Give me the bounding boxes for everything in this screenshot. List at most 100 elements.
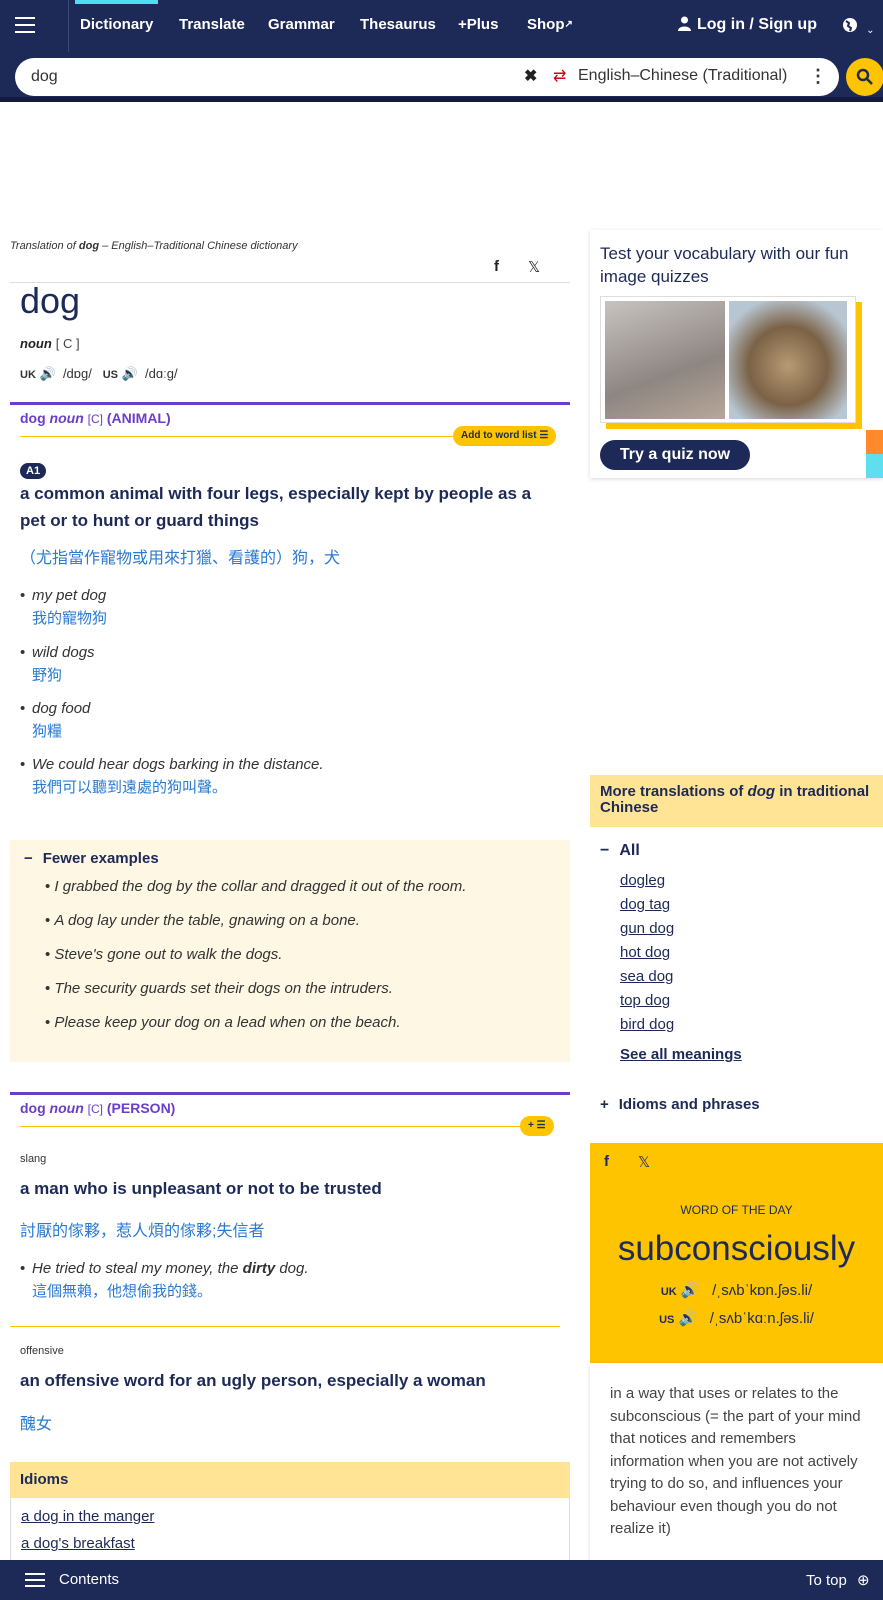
definition: an offensive word for an ugly person, es… — [20, 1371, 486, 1390]
quiz-title: Test your vocabulary with our fun image … — [600, 244, 849, 286]
definition: a man who is unpleasant or not to be tru… — [20, 1179, 382, 1198]
more-translations-heading: More translations of dog in traditional … — [590, 775, 883, 827]
nav-shop[interactable]: Shop↗ — [527, 0, 573, 52]
wotd-definition: in a way that uses or relates to the sub… — [590, 1363, 883, 1573]
wotd-word[interactable]: subconsciously — [590, 1229, 883, 1269]
sense-header-animal: dog noun [C] (ANIMAL) — [20, 410, 171, 426]
fewer-examples-toggle[interactable]: − Fewer examples — [24, 850, 159, 867]
idiom-link[interactable]: a dog in the manger — [21, 1508, 154, 1525]
register-label: offensive — [20, 1345, 64, 1357]
language-globe-icon[interactable]: ⌄ — [842, 17, 875, 37]
example: dog food狗糧 — [20, 700, 90, 741]
cyan-tab[interactable] — [866, 454, 883, 478]
translation-link[interactable]: gun dog — [620, 920, 674, 937]
sense-underline — [20, 1126, 530, 1127]
list-icon: ☰ — [539, 430, 549, 441]
uk-audio-icon[interactable]: 🔊 — [40, 366, 56, 381]
arrow-up-icon: ⊕ — [857, 1572, 870, 1589]
translation-link[interactable]: top dog — [620, 992, 670, 1009]
search-input[interactable]: dog — [31, 68, 58, 86]
divider — [10, 282, 570, 283]
register-label: slang — [20, 1153, 47, 1165]
add-to-word-list-button[interactable]: + ☰ — [520, 1116, 554, 1136]
bottom-bar: Contents To top ⊕ — [0, 1560, 883, 1600]
translation-link[interactable]: dog tag — [620, 896, 670, 913]
contents-link[interactable]: Contents — [59, 1571, 119, 1588]
search-underbar — [0, 97, 883, 102]
facebook-icon[interactable]: f — [604, 1153, 609, 1170]
sense-divider — [10, 402, 570, 405]
search-icon — [856, 68, 873, 85]
search-bar: dog ✖ ⇄ English–Chinese (Traditional) ⋮ — [0, 52, 883, 102]
us-audio-icon[interactable]: 🔊 — [679, 1310, 698, 1327]
nav-dictionary[interactable]: Dictionary — [74, 0, 159, 52]
quiz-card: Test your vocabulary with our fun image … — [590, 230, 883, 478]
word-of-the-day-card: f 𝕏 WORD OF THE DAY subconsciously UK 🔊 … — [590, 1143, 883, 1363]
login-link[interactable]: Log in / Sign up — [678, 0, 817, 52]
translation-link[interactable]: dogleg — [620, 872, 665, 889]
nav-translate[interactable]: Translate — [179, 0, 245, 52]
us-audio-icon[interactable]: 🔊 — [122, 366, 138, 381]
seal-image — [729, 301, 847, 419]
translation-link[interactable]: bird dog — [620, 1016, 674, 1033]
idioms-heading: Idioms — [10, 1462, 570, 1498]
user-icon — [678, 16, 691, 31]
clear-search-icon[interactable]: ✖ — [524, 66, 537, 86]
search-box: dog ✖ ⇄ English–Chinese (Traditional) ⋮ — [15, 58, 839, 96]
menu-icon[interactable] — [0, 0, 69, 52]
translation: 醜女 — [20, 1416, 53, 1433]
add-to-word-list-button[interactable]: Add to word list ☰ — [453, 426, 557, 446]
all-toggle[interactable]: − All — [600, 842, 640, 860]
translation-link[interactable]: hot dog — [620, 944, 670, 961]
swap-language-icon[interactable]: ⇄ — [553, 66, 566, 86]
headword: dog — [20, 280, 81, 321]
idiom-link[interactable]: a dog's breakfast — [21, 1535, 135, 1552]
example: He tried to steal my money, the dirty do… — [20, 1260, 309, 1301]
translation: （尤指當作寵物或用來打獵、看護的）狗，犬 — [20, 550, 341, 567]
x-twitter-icon[interactable]: 𝕏 — [638, 1153, 650, 1171]
feedback-tabs[interactable] — [866, 430, 883, 478]
plus-icon: + — [600, 1096, 609, 1113]
nav-plus[interactable]: +Plus — [458, 0, 498, 52]
dictionary-language-select[interactable]: English–Chinese (Traditional) — [578, 67, 787, 85]
nav-grammar[interactable]: Grammar — [268, 0, 335, 52]
try-quiz-button[interactable]: Try a quiz now — [600, 440, 750, 470]
search-button[interactable] — [846, 58, 883, 96]
nav-thesaurus[interactable]: Thesaurus — [360, 0, 436, 52]
wotd-us-pronunciation: US 🔊 /ˌsʌbˈkɑːn.ʃəs.li/ — [659, 1310, 814, 1327]
more-examples-panel: −Fewer examples I grabbed the dog by the… — [10, 840, 570, 1062]
sense-divider — [10, 1092, 570, 1095]
hippo-image — [605, 301, 725, 419]
extra-example: A dog lay under the table, gnawing on a … — [45, 912, 466, 946]
wotd-label: WORD OF THE DAY — [680, 1203, 793, 1217]
orange-tab[interactable] — [866, 430, 883, 454]
external-link-icon: ↗ — [564, 19, 573, 30]
translation-link[interactable]: sea dog — [620, 968, 673, 985]
minus-icon: − — [24, 850, 33, 867]
top-navigation: Dictionary Translate Grammar Thesaurus +… — [0, 0, 883, 52]
definition: a common animal with four legs, especial… — [20, 484, 532, 530]
part-of-speech: noun[ C ] — [20, 336, 80, 351]
to-top-link[interactable]: To top ⊕ — [806, 1571, 870, 1589]
facebook-icon[interactable]: f — [494, 258, 499, 275]
uk-audio-icon[interactable]: 🔊 — [681, 1282, 700, 1299]
idioms-list: a dog in the manger a dog's breakfast — [10, 1498, 570, 1568]
extra-example: I grabbed the dog by the collar and drag… — [45, 878, 466, 912]
sense-underline — [20, 436, 460, 437]
translation-of-caption: Translation of dog – English–Traditional… — [10, 240, 298, 252]
x-twitter-icon[interactable]: 𝕏 — [528, 258, 540, 276]
extra-example: Please keep your dog on a lead when on t… — [45, 1014, 466, 1048]
more-options-icon[interactable]: ⋮ — [809, 66, 827, 87]
extra-example: Steve's gone out to walk the dogs. — [45, 946, 466, 980]
wotd-uk-pronunciation: UK 🔊 /ˌsʌbˈkɒn.ʃəs.li/ — [660, 1282, 813, 1299]
example: wild dogs野狗 — [20, 644, 95, 685]
translation: 討厭的傢夥，惹人煩的傢夥;失信者 — [20, 1223, 265, 1240]
sense-header-person: dog noun [C] (PERSON) — [20, 1100, 176, 1116]
quiz-image[interactable] — [600, 296, 856, 423]
example: We could hear dogs barking in the distan… — [20, 756, 324, 797]
minus-icon: − — [600, 842, 610, 859]
pronunciation: UK 🔊 /dɒɡ/ US 🔊 /dɑːɡ/ — [20, 366, 178, 381]
idioms-phrases-toggle[interactable]: + Idioms and phrases — [600, 1096, 760, 1113]
level-badge: A1 — [20, 463, 47, 479]
see-all-meanings-link[interactable]: See all meanings — [620, 1046, 742, 1063]
